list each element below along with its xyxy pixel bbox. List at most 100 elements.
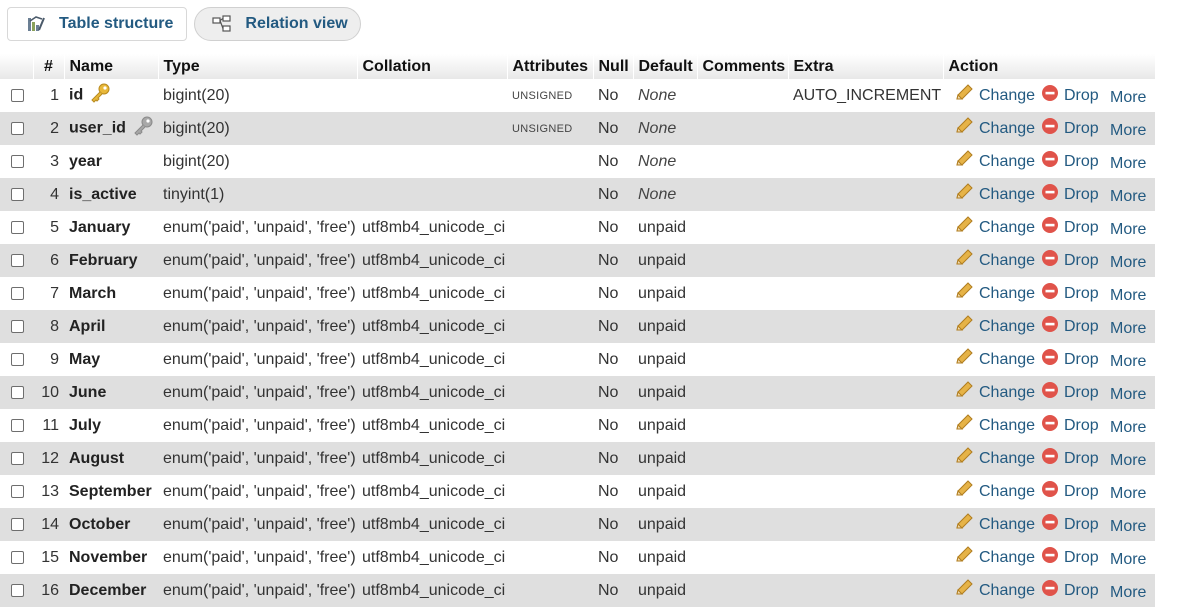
more-button[interactable]: More <box>1110 155 1146 173</box>
row-checkbox[interactable] <box>11 88 24 102</box>
table-row[interactable]: 2 user_id bigint(20) UNSIGNED No None Change Dr… <box>0 112 1155 145</box>
table-row[interactable]: 12 August enum('paid', 'unpaid', 'free') ut… <box>0 442 1155 475</box>
table-row[interactable]: 11 July enum('paid', 'unpaid', 'free') utf8… <box>0 409 1155 442</box>
drop-label: Drop <box>1064 185 1099 203</box>
pencil-icon <box>954 513 979 536</box>
drop-button[interactable]: Drop <box>1041 414 1110 437</box>
drop-button[interactable]: Drop <box>1041 579 1110 602</box>
header-type[interactable]: Type <box>158 54 358 79</box>
row-checkbox[interactable] <box>11 352 24 366</box>
more-button[interactable]: More <box>1110 287 1146 305</box>
row-checkbox-cell <box>0 244 33 277</box>
row-checkbox[interactable] <box>11 253 24 267</box>
drop-button[interactable]: Drop <box>1041 546 1110 569</box>
change-button[interactable]: Change <box>954 315 1041 338</box>
row-checkbox[interactable] <box>11 319 24 333</box>
table-row[interactable]: 10 June enum('paid', 'unpaid', 'free') utf8… <box>0 376 1155 409</box>
more-button[interactable]: More <box>1110 419 1146 437</box>
change-button[interactable]: Change <box>954 579 1041 602</box>
table-row[interactable]: 6 February enum('paid', 'unpaid', 'free') u… <box>0 244 1155 277</box>
drop-button[interactable]: Drop <box>1041 315 1110 338</box>
table-row[interactable]: 4 is_active tinyint(1) No None Change Drop More <box>0 178 1155 211</box>
change-button[interactable]: Change <box>954 84 1041 107</box>
table-row[interactable]: 16 December enum('paid', 'unpaid', 'free')… <box>0 574 1155 607</box>
header-extra[interactable]: Extra <box>788 54 944 79</box>
index-key-icon <box>132 116 154 141</box>
row-checkbox[interactable] <box>11 451 24 465</box>
table-row[interactable]: 13 September enum('paid', 'unpaid', 'free'… <box>0 475 1155 508</box>
more-button[interactable]: More <box>1110 188 1146 206</box>
more-button[interactable]: More <box>1110 320 1146 338</box>
table-row[interactable]: 15 November enum('paid', 'unpaid', 'free')… <box>0 541 1155 574</box>
change-button[interactable]: Change <box>954 117 1041 140</box>
change-button[interactable]: Change <box>954 282 1041 305</box>
change-button[interactable]: Change <box>954 216 1041 239</box>
row-checkbox[interactable] <box>11 484 24 498</box>
change-button[interactable]: Change <box>954 414 1041 437</box>
row-checkbox[interactable] <box>11 220 24 234</box>
drop-button[interactable]: Drop <box>1041 183 1110 206</box>
more-button[interactable]: More <box>1110 518 1146 536</box>
header-default[interactable]: Default <box>633 54 698 79</box>
row-checkbox[interactable] <box>11 121 24 135</box>
change-button[interactable]: Change <box>954 150 1041 173</box>
more-button[interactable]: More <box>1110 254 1146 272</box>
row-checkbox[interactable] <box>11 385 24 399</box>
more-button[interactable]: More <box>1110 386 1146 404</box>
drop-button[interactable]: Drop <box>1041 150 1110 173</box>
row-checkbox[interactable] <box>11 187 24 201</box>
change-button[interactable]: Change <box>954 480 1041 503</box>
row-number: 9 <box>33 343 64 376</box>
change-button[interactable]: Change <box>954 447 1041 470</box>
drop-button[interactable]: Drop <box>1041 282 1110 305</box>
table-structure-tab[interactable]: Table structure <box>7 7 188 41</box>
change-button[interactable]: Change <box>954 546 1041 569</box>
more-button[interactable]: More <box>1110 485 1146 503</box>
drop-button[interactable]: Drop <box>1041 447 1110 470</box>
drop-label: Drop <box>1064 86 1099 104</box>
header-name[interactable]: Name <box>64 54 159 79</box>
row-checkbox[interactable] <box>11 154 24 168</box>
column-name-cell: June <box>64 376 158 409</box>
header-null[interactable]: Null <box>593 54 634 79</box>
drop-button[interactable]: Drop <box>1041 84 1110 107</box>
row-checkbox[interactable] <box>11 418 24 432</box>
change-button[interactable]: Change <box>954 381 1041 404</box>
drop-button[interactable]: Drop <box>1041 480 1110 503</box>
table-row[interactable]: 1 id bigint(20) UNSIGNED No None AUTO_INCREMEN… <box>0 79 1155 112</box>
drop-button[interactable]: Drop <box>1041 117 1110 140</box>
column-comments <box>697 145 788 178</box>
row-checkbox[interactable] <box>11 286 24 300</box>
drop-button[interactable]: Drop <box>1041 381 1110 404</box>
more-button[interactable]: More <box>1110 551 1146 569</box>
drop-button[interactable]: Drop <box>1041 249 1110 272</box>
column-type: enum('paid', 'unpaid', 'free') <box>158 211 357 244</box>
row-checkbox[interactable] <box>11 583 24 597</box>
table-row[interactable]: 9 May enum('paid', 'unpaid', 'free') utf8mb… <box>0 343 1155 376</box>
drop-button[interactable]: Drop <box>1041 348 1110 371</box>
more-button[interactable]: More <box>1110 89 1146 107</box>
more-button[interactable]: More <box>1110 353 1146 371</box>
relation-view-tab[interactable]: Relation view <box>194 7 361 41</box>
drop-button[interactable]: Drop <box>1041 513 1110 536</box>
change-button[interactable]: Change <box>954 249 1041 272</box>
more-button[interactable]: More <box>1110 452 1146 470</box>
table-row[interactable]: 5 January enum('paid', 'unpaid', 'free') ut… <box>0 211 1155 244</box>
more-button[interactable]: More <box>1110 122 1146 140</box>
table-row[interactable]: 8 April enum('paid', 'unpaid', 'free') utf8… <box>0 310 1155 343</box>
header-attributes[interactable]: Attributes <box>507 54 594 79</box>
change-button[interactable]: Change <box>954 348 1041 371</box>
change-button[interactable]: Change <box>954 513 1041 536</box>
row-checkbox[interactable] <box>11 550 24 564</box>
table-row[interactable]: 3 year bigint(20) No None Change Drop More <box>0 145 1155 178</box>
header-comments[interactable]: Comments <box>697 54 789 79</box>
table-row[interactable]: 7 March enum('paid', 'unpaid', 'free') utf8… <box>0 277 1155 310</box>
row-checkbox[interactable] <box>11 517 24 531</box>
more-button[interactable]: More <box>1110 584 1146 602</box>
table-row[interactable]: 14 October enum('paid', 'unpaid', 'free') u… <box>0 508 1155 541</box>
more-button[interactable]: More <box>1110 221 1146 239</box>
header-collation[interactable]: Collation <box>357 54 508 79</box>
drop-button[interactable]: Drop <box>1041 216 1110 239</box>
change-button[interactable]: Change <box>954 183 1041 206</box>
row-checkbox-cell <box>0 277 33 310</box>
